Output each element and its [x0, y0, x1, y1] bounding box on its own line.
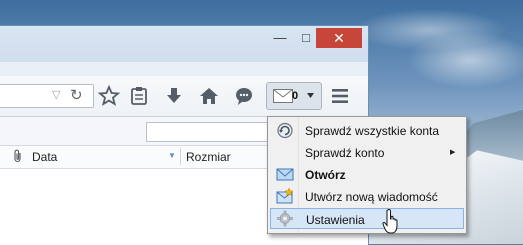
column-divider[interactable]: [180, 148, 181, 165]
menu-item-label: Otwórz: [305, 168, 346, 182]
envelope-icon: [276, 168, 294, 181]
minimize-button[interactable]: —: [270, 28, 290, 48]
chat-icon[interactable]: [232, 84, 256, 108]
submenu-arrow-icon: ▶: [450, 149, 456, 156]
menu-item-open[interactable]: Otwórz: [270, 164, 464, 185]
menu-item-settings[interactable]: Ustawienia: [270, 208, 464, 229]
maximize-button[interactable]: □: [296, 28, 316, 48]
mail-icon: [273, 89, 293, 103]
attachment-icon[interactable]: [14, 149, 22, 163]
new-message-icon: [276, 188, 294, 204]
menu-item-label: Sprawdź konto: [305, 146, 385, 160]
url-bar[interactable]: ▽ ↻: [0, 84, 94, 108]
url-dropdown-icon[interactable]: ▽: [52, 88, 60, 101]
menu-item-label: Sprawdź wszystkie konta: [305, 124, 440, 138]
hand-pointer-cursor-icon: [382, 208, 398, 234]
menu-item-label: Ustawienia: [306, 213, 365, 227]
close-button[interactable]: ✕: [316, 28, 362, 48]
title-bar: — □ ✕: [0, 26, 368, 62]
settings-gear-icon: [277, 210, 293, 227]
column-header-size[interactable]: Rozmiar: [186, 150, 231, 164]
hamburger-menu-icon[interactable]: [328, 84, 352, 108]
reload-icon[interactable]: ↻: [70, 86, 83, 104]
menu-item-label: Utwórz nową wiadomość: [305, 190, 438, 204]
navigation-toolbar: ▽ ↻ 0: [0, 76, 368, 117]
column-header-date[interactable]: Data: [32, 150, 57, 164]
menu-item-check-all-accounts[interactable]: Sprawdź wszystkie konta: [270, 120, 464, 141]
bookmark-star-icon[interactable]: [97, 84, 121, 108]
mail-button[interactable]: 0: [266, 82, 322, 110]
bookmarks-list-icon[interactable]: [127, 84, 151, 108]
chevron-down-icon[interactable]: [307, 93, 314, 98]
menu-item-check-account[interactable]: Sprawdź konto ▶: [270, 142, 464, 163]
menu-item-compose[interactable]: Utwórz nową wiadomość: [270, 186, 464, 207]
refresh-icon: [277, 122, 293, 139]
sort-descending-icon: ▼: [168, 151, 176, 160]
quick-filter-input[interactable]: [146, 122, 268, 142]
context-menu: Sprawdź wszystkie konta Sprawdź konto ▶ …: [267, 116, 467, 234]
home-icon[interactable]: [197, 84, 221, 108]
download-icon[interactable]: [162, 84, 186, 108]
unread-count-badge: 0: [292, 90, 299, 102]
